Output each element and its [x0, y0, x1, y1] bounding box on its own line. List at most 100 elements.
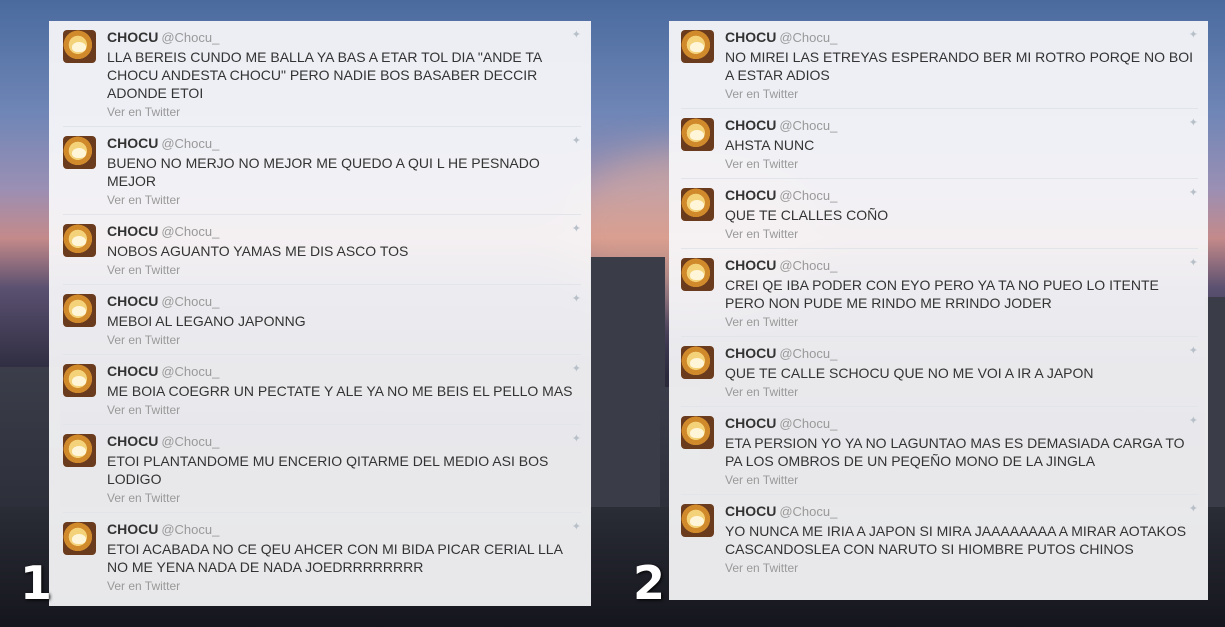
view-on-twitter-link[interactable]: Ver en Twitter: [107, 105, 581, 120]
tweet-text: AHSTA NUNC: [725, 137, 815, 153]
tweet-author-handle[interactable]: @Chocu_: [779, 346, 837, 361]
tweet-author-handle[interactable]: @Chocu_: [161, 522, 219, 537]
tweet-author-name[interactable]: CHOCU: [725, 29, 776, 45]
tweet-item: ✦ CHOCU @Chocu_ BUENO NO MERJO NO MEJOR M…: [63, 127, 581, 215]
tweet-author-handle[interactable]: @Chocu_: [161, 30, 219, 45]
twitter-bird-icon[interactable]: ✦: [1184, 415, 1198, 427]
tweet-text: LLA BEREIS CUNDO ME BALLA YA BAS A ETAR …: [107, 49, 542, 101]
tweet-author-handle[interactable]: @Chocu_: [161, 364, 219, 379]
tweet-author-name[interactable]: CHOCU: [107, 223, 158, 239]
tweet-author-handle[interactable]: @Chocu_: [161, 136, 219, 151]
tweet-item: ✦ CHOCU @Chocu_ YO NUNCA ME IRIA A JAPON …: [681, 495, 1198, 582]
tweet-author-handle[interactable]: @Chocu_: [161, 224, 219, 239]
tweet-author-name[interactable]: CHOCU: [725, 187, 776, 203]
avatar[interactable]: [63, 434, 96, 467]
view-on-twitter-link[interactable]: Ver en Twitter: [107, 333, 581, 348]
twitter-bird-icon[interactable]: ✦: [567, 521, 581, 533]
twitter-bird-icon[interactable]: ✦: [567, 433, 581, 445]
twitter-bird-icon[interactable]: ✦: [1184, 345, 1198, 357]
tweet-text: YO NUNCA ME IRIA A JAPON SI MIRA JAAAAAA…: [725, 523, 1187, 557]
twitter-bird-icon[interactable]: ✦: [1184, 187, 1198, 199]
twitter-bird-icon[interactable]: ✦: [567, 223, 581, 235]
avatar[interactable]: [681, 504, 714, 537]
view-on-twitter-link[interactable]: Ver en Twitter: [107, 263, 581, 278]
tweet-author-name[interactable]: CHOCU: [107, 363, 158, 379]
twitter-bird-icon[interactable]: ✦: [1184, 257, 1198, 269]
tweet-author-name[interactable]: CHOCU: [107, 293, 158, 309]
tweet-item: ✦ CHOCU @Chocu_ AHSTA NUNC Ver en Twitter: [681, 109, 1198, 179]
view-on-twitter-link[interactable]: Ver en Twitter: [725, 473, 1198, 488]
twitter-bird-icon[interactable]: ✦: [567, 135, 581, 147]
view-on-twitter-link[interactable]: Ver en Twitter: [725, 227, 1198, 242]
tweet-text: QUE TE CALLE SCHOCU QUE NO ME VOI A IR A…: [725, 365, 1094, 381]
twitter-bird-icon[interactable]: ✦: [567, 363, 581, 375]
twitter-bird-icon[interactable]: ✦: [1184, 503, 1198, 515]
tweet-item: ✦ CHOCU @Chocu_ ETOI ACABADA NO CE QEU AH…: [63, 513, 581, 600]
tweet-text: NOBOS AGUANTO YAMAS ME DIS ASCO TOS: [107, 243, 409, 259]
view-on-twitter-link[interactable]: Ver en Twitter: [107, 193, 581, 208]
avatar[interactable]: [63, 294, 96, 327]
avatar[interactable]: [63, 224, 96, 257]
view-on-twitter-link[interactable]: Ver en Twitter: [107, 403, 581, 418]
tweet-author-handle[interactable]: @Chocu_: [779, 188, 837, 203]
tweet-text: ME BOIA COEGRR UN PECTATE Y ALE YA NO ME…: [107, 383, 573, 399]
tweet-author-name[interactable]: CHOCU: [107, 433, 158, 449]
view-on-twitter-link[interactable]: Ver en Twitter: [725, 87, 1198, 102]
avatar[interactable]: [681, 346, 714, 379]
tweet-header: CHOCU @Chocu_: [725, 415, 1198, 432]
tweet-item: ✦ CHOCU @Chocu_ CREI QE IBA PODER CON EYO…: [681, 249, 1198, 337]
tweet-header: CHOCU @Chocu_: [725, 187, 1198, 204]
tweet-author-name[interactable]: CHOCU: [725, 503, 776, 519]
twitter-bird-icon[interactable]: ✦: [567, 293, 581, 305]
tweet-author-name[interactable]: CHOCU: [725, 345, 776, 361]
twitter-bird-icon[interactable]: ✦: [1184, 29, 1198, 41]
tweet-author-name[interactable]: CHOCU: [725, 117, 776, 133]
tweet-header: CHOCU @Chocu_: [107, 363, 581, 380]
tweet-text: ETOI PLANTANDOME MU ENCERIO QITARME DEL …: [107, 453, 549, 487]
view-on-twitter-link[interactable]: Ver en Twitter: [725, 157, 1198, 172]
tweet-author-handle[interactable]: @Chocu_: [779, 504, 837, 519]
tweet-author-name[interactable]: CHOCU: [107, 29, 158, 45]
avatar[interactable]: [681, 416, 714, 449]
tweet-item: ✦ CHOCU @Chocu_ MEBOI AL LEGANO JAPONNG V…: [63, 285, 581, 355]
panel-number-1: 1: [20, 556, 53, 610]
tweet-header: CHOCU @Chocu_: [107, 29, 581, 46]
view-on-twitter-link[interactable]: Ver en Twitter: [107, 491, 581, 506]
tweet-text: QUE TE CLALLES COÑO: [725, 207, 889, 223]
tweet-author-handle[interactable]: @Chocu_: [161, 434, 219, 449]
avatar[interactable]: [63, 30, 96, 63]
avatar[interactable]: [63, 364, 96, 397]
tweet-item: ✦ CHOCU @Chocu_ LLA BEREIS CUNDO ME BALLA…: [63, 21, 581, 127]
avatar[interactable]: [63, 136, 96, 169]
tweet-author-handle[interactable]: @Chocu_: [779, 118, 837, 133]
tweet-text: ETA PERSION YO YA NO LAGUNTAO MAS ES DEM…: [725, 435, 1185, 469]
tweet-text: NO MIREI LAS ETREYAS ESPERANDO BER MI RO…: [725, 49, 1194, 83]
avatar[interactable]: [63, 522, 96, 555]
avatar[interactable]: [681, 188, 714, 221]
avatar[interactable]: [681, 30, 714, 63]
view-on-twitter-link[interactable]: Ver en Twitter: [725, 315, 1198, 330]
tweet-author-name[interactable]: CHOCU: [725, 257, 776, 273]
tweet-text: ETOI ACABADA NO CE QEU AHCER CON MI BIDA…: [107, 541, 563, 575]
tweet-text: CREI QE IBA PODER CON EYO PERO YA TA NO …: [725, 277, 1159, 311]
tweet-author-handle[interactable]: @Chocu_: [779, 30, 837, 45]
tweet-header: CHOCU @Chocu_: [725, 117, 1198, 134]
tweet-author-handle[interactable]: @Chocu_: [161, 294, 219, 309]
tweet-author-name[interactable]: CHOCU: [107, 135, 158, 151]
tweet-header: CHOCU @Chocu_: [725, 503, 1198, 520]
avatar[interactable]: [681, 258, 714, 291]
tweet-author-name[interactable]: CHOCU: [107, 521, 158, 537]
tweet-item: ✦ CHOCU @Chocu_ QUE TE CLALLES COÑO Ver e…: [681, 179, 1198, 249]
view-on-twitter-link[interactable]: Ver en Twitter: [107, 579, 581, 594]
panel-number-2: 2: [633, 556, 666, 610]
view-on-twitter-link[interactable]: Ver en Twitter: [725, 385, 1198, 400]
tweet-text: MEBOI AL LEGANO JAPONNG: [107, 313, 306, 329]
tweet-author-handle[interactable]: @Chocu_: [779, 258, 837, 273]
view-on-twitter-link[interactable]: Ver en Twitter: [725, 561, 1198, 576]
tweet-author-handle[interactable]: @Chocu_: [779, 416, 837, 431]
twitter-bird-icon[interactable]: ✦: [567, 29, 581, 41]
tweet-item: ✦ CHOCU @Chocu_ NOBOS AGUANTO YAMAS ME DI…: [63, 215, 581, 285]
avatar[interactable]: [681, 118, 714, 151]
twitter-bird-icon[interactable]: ✦: [1184, 117, 1198, 129]
tweet-author-name[interactable]: CHOCU: [725, 415, 776, 431]
